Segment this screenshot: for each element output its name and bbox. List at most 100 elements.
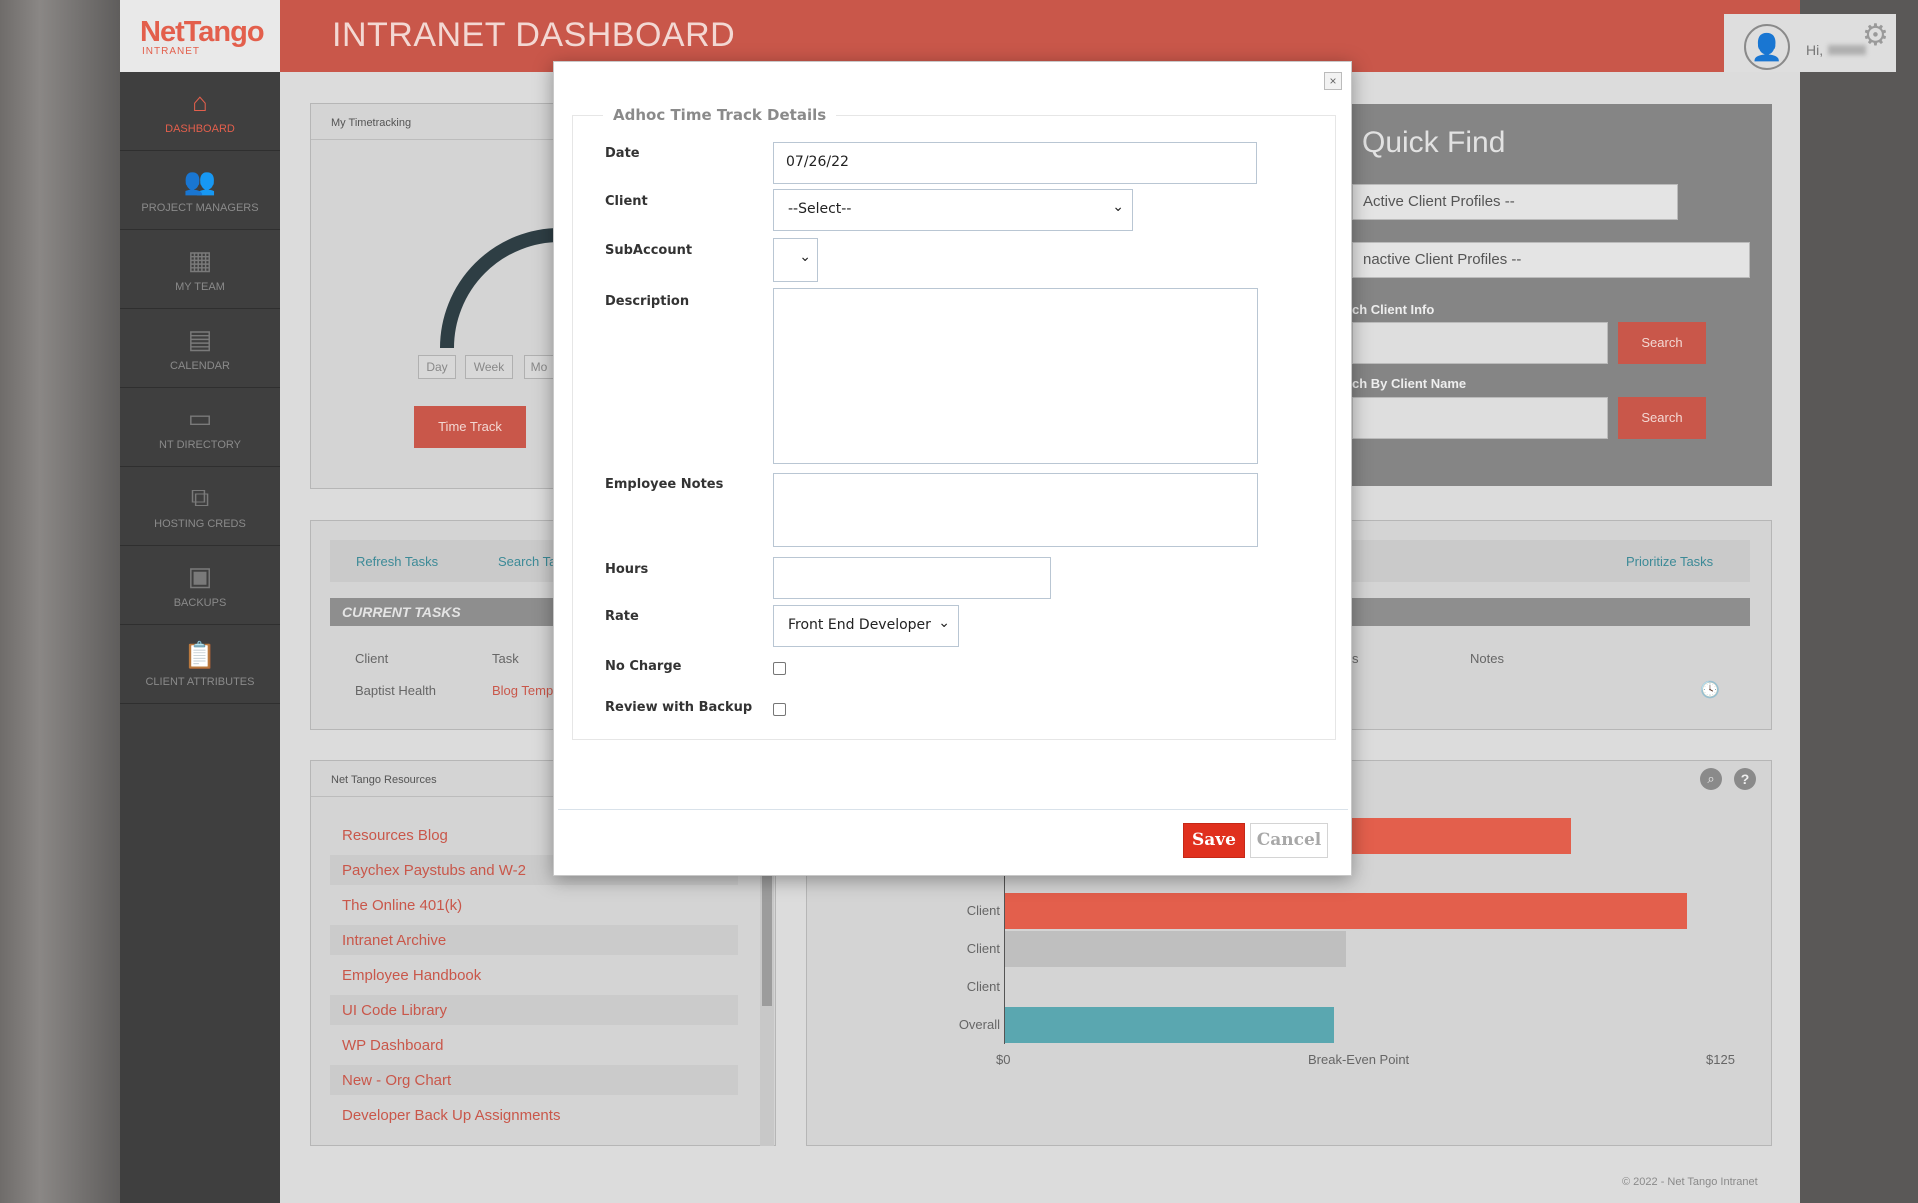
client-label: Client xyxy=(605,194,648,209)
sidebar-item-label: DASHBOARD xyxy=(165,123,235,135)
rate-select[interactable]: Front End Developer ⌄ xyxy=(773,605,959,647)
sidebar-item-label: CLIENT ATTRIBUTES xyxy=(145,676,255,688)
chart-x-tick-label: Break-Even Point xyxy=(1308,1052,1410,1067)
modal-legend: Adhoc Time Track Details xyxy=(613,106,827,124)
column-task: Task xyxy=(492,651,519,666)
filter-week-button[interactable]: Week xyxy=(465,355,513,379)
chart-bar xyxy=(1005,893,1687,929)
no-charge-checkbox[interactable] xyxy=(773,662,786,675)
resource-link[interactable]: New - Org Chart xyxy=(330,1065,738,1095)
sidebar-item-label: CALENDAR xyxy=(170,360,230,372)
footer-copyright: © 2022 - Net Tango Intranet xyxy=(1622,1176,1758,1188)
resources-scroll-thumb[interactable] xyxy=(762,876,772,1006)
search-client-info-input[interactable] xyxy=(1352,322,1608,364)
filter-day-button[interactable]: Day xyxy=(418,355,456,379)
home-icon: ⌂ xyxy=(192,87,208,117)
employee-notes-label: Employee Notes xyxy=(605,477,724,492)
search-client-name-input[interactable] xyxy=(1352,397,1608,439)
save-button[interactable]: Save xyxy=(1183,823,1245,858)
logo-text: NetTango xyxy=(140,16,265,48)
rate-select-value: Front End Developer xyxy=(788,617,931,633)
sidebar-item-my-team[interactable]: ▦ MY TEAM xyxy=(120,231,280,309)
sidebar-item-label: NT DIRECTORY xyxy=(159,439,241,451)
people-icon: 👥 xyxy=(183,166,217,196)
sidebar-item-label: MY TEAM xyxy=(175,281,225,293)
resource-link[interactable]: UI Code Library xyxy=(330,995,738,1025)
date-label: Date xyxy=(605,146,640,161)
resource-link[interactable]: Employee Handbook xyxy=(342,960,734,990)
search-client-info-label: ch Client Info xyxy=(1352,302,1435,317)
description-textarea[interactable] xyxy=(773,288,1258,464)
client-select[interactable]: --Select-- ⌄ xyxy=(773,189,1133,231)
review-backup-checkbox[interactable] xyxy=(773,703,786,716)
page-title: INTRANET DASHBOARD xyxy=(332,16,736,54)
chart-category-label: Client xyxy=(966,941,1000,956)
search-tasks-link[interactable]: Search Ta xyxy=(498,554,556,569)
column-client: Client xyxy=(355,651,389,666)
sidebar-item-dashboard[interactable]: ⌂ DASHBOARD xyxy=(120,73,280,151)
greeting: Hi, xyxy=(1806,42,1824,58)
sidebar-item-calendar[interactable]: ▤ CALENDAR xyxy=(120,310,280,388)
subaccount-select[interactable]: ⌄ xyxy=(773,238,818,282)
chart-search-icon[interactable]: ⌕ xyxy=(1700,768,1722,790)
current-tasks-title: CURRENT TASKS xyxy=(342,604,461,620)
resource-link[interactable]: Developer Back Up Assignments xyxy=(342,1100,734,1130)
adhoc-time-track-modal: × Adhoc Time Track Details Date 07/26/22… xyxy=(553,61,1352,876)
review-backup-label: Review with Backup xyxy=(605,700,753,715)
modal-divider xyxy=(558,809,1348,810)
search-client-name-label: ch By Client Name xyxy=(1352,376,1467,391)
sidebar-item-nt-directory[interactable]: ▭ NT DIRECTORY xyxy=(120,389,280,467)
logo-subtitle: INTRANET xyxy=(142,46,200,57)
chart-x-tick-label: $0 xyxy=(996,1052,1011,1067)
resource-link[interactable]: The Online 401(k) xyxy=(342,890,734,920)
column-status: s xyxy=(1352,651,1359,666)
sidebar-item-label: HOSTING CREDS xyxy=(154,518,246,530)
chart-category-label: Client xyxy=(966,903,1000,918)
sidebar-item-project-managers[interactable]: 👥 PROJECT MANAGERS xyxy=(120,152,280,230)
sidebar-item-client-attributes[interactable]: 📋 CLIENT ATTRIBUTES xyxy=(120,626,280,704)
resource-link[interactable]: Intranet Archive xyxy=(330,925,738,955)
avatar-icon: 👤 xyxy=(1744,24,1790,70)
chevron-down-icon: ⌄ xyxy=(1112,199,1124,215)
search-client-info-button[interactable]: Search xyxy=(1618,322,1706,364)
chart-category-label: Overall xyxy=(958,1017,1000,1032)
logo[interactable]: NetTango INTRANET xyxy=(120,0,280,72)
prioritize-tasks-link[interactable]: Prioritize Tasks xyxy=(1626,554,1713,569)
search-client-name-button[interactable]: Search xyxy=(1618,397,1706,439)
active-client-select[interactable]: Active Client Profiles -- xyxy=(1352,184,1678,220)
network-icon: ⧉ xyxy=(190,482,210,512)
column-notes: Notes xyxy=(1470,651,1504,666)
quick-find-panel: Quick Find Active Client Profiles -- nac… xyxy=(1352,104,1772,486)
save-icon: ▣ xyxy=(187,561,213,591)
chart-bar xyxy=(1005,1007,1335,1043)
sidebar-item-hosting-creds[interactable]: ⧉ HOSTING CREDS xyxy=(120,468,280,546)
quick-find-title: Quick Find xyxy=(1362,126,1506,159)
hours-input[interactable] xyxy=(773,557,1051,599)
no-charge-label: No Charge xyxy=(605,659,682,674)
cancel-button[interactable]: Cancel xyxy=(1250,823,1328,858)
subaccount-label: SubAccount xyxy=(605,243,693,258)
sidebar-item-backups[interactable]: ▣ BACKUPS xyxy=(120,547,280,625)
filter-month-button[interactable]: Mo xyxy=(524,355,554,379)
help-icon[interactable]: ? xyxy=(1734,768,1756,790)
refresh-tasks-link[interactable]: Refresh Tasks xyxy=(356,554,438,569)
sidebar-item-label: PROJECT MANAGERS xyxy=(141,202,259,214)
gear-icon[interactable]: ⚙ xyxy=(1862,18,1889,53)
grid-icon: ▦ xyxy=(187,245,213,275)
chart-category-label: Client xyxy=(966,979,1000,994)
hours-label: Hours xyxy=(605,562,649,577)
date-field[interactable]: 07/26/22 xyxy=(773,142,1257,184)
task-row-task-link[interactable]: Blog Temp xyxy=(492,683,553,698)
description-label: Description xyxy=(605,294,690,309)
chevron-down-icon: ⌄ xyxy=(799,249,811,265)
clock-icon[interactable]: 🕓 xyxy=(1700,680,1720,700)
inactive-client-select[interactable]: nactive Client Profiles -- xyxy=(1352,242,1750,278)
close-icon[interactable]: × xyxy=(1324,72,1342,90)
chart-x-tick-label: $125 xyxy=(1706,1052,1735,1067)
time-track-button[interactable]: Time Track xyxy=(414,406,526,448)
resource-link[interactable]: WP Dashboard xyxy=(342,1030,734,1060)
employee-notes-textarea[interactable] xyxy=(773,473,1258,547)
rate-label: Rate xyxy=(605,609,639,624)
task-row-client: Baptist Health xyxy=(355,683,436,698)
client-select-value: --Select-- xyxy=(788,201,852,217)
